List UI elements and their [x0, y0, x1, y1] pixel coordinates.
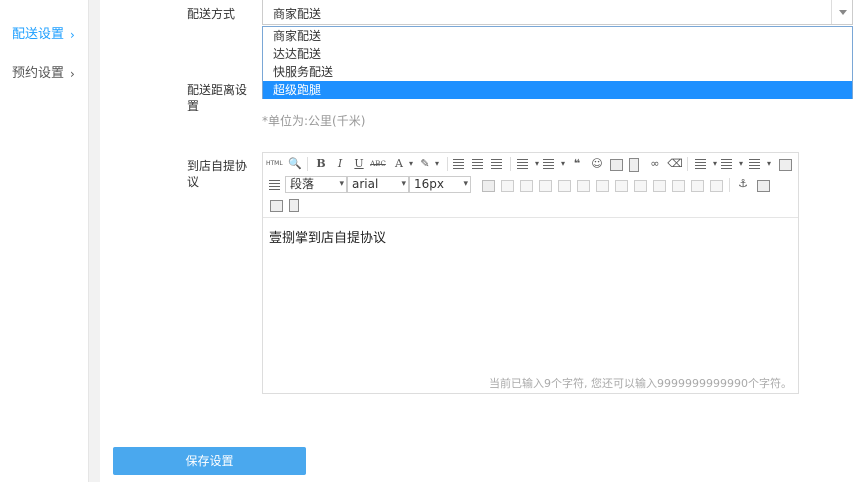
toolbar-divider [729, 178, 730, 192]
sidebar-item-reservation-settings[interactable]: 预约设置 › [0, 59, 88, 89]
sidebar-item-label: 预约设置 [12, 66, 65, 81]
save-settings-button[interactable]: 保存设置 [113, 447, 306, 475]
indent-icon[interactable] [749, 159, 760, 169]
toolbar-divider [447, 157, 448, 171]
table-delete-col-icon[interactable] [596, 180, 609, 192]
sidebar-top-cutoff [0, 0, 88, 6]
delivery-distance-label-line2: 置 [187, 99, 200, 113]
delivery-method-select[interactable]: 商家配送 [262, 0, 853, 25]
align-left-icon[interactable] [453, 159, 464, 169]
fullscreen-icon[interactable] [779, 159, 792, 171]
video-icon[interactable] [629, 158, 639, 172]
emoji-icon[interactable]: ☺ [589, 156, 605, 172]
table-insert-icon[interactable] [482, 180, 495, 192]
delivery-distance-label: 配送距离设 置 [187, 82, 247, 114]
preview-icon[interactable]: 🔍 [287, 156, 303, 172]
table-split-cols-icon[interactable] [710, 180, 723, 192]
table-merge-right-icon[interactable] [634, 180, 647, 192]
chevron-right-icon: › [70, 67, 75, 81]
align-center-icon[interactable] [472, 159, 483, 169]
dropdown-option[interactable]: 商家配送 [263, 27, 852, 45]
print-icon[interactable] [270, 200, 283, 212]
line-height-icon[interactable] [695, 159, 706, 169]
delivery-method-dropdown: 商家配送 达达配送 快服务配送 超级跑腿 [262, 26, 853, 99]
table-col-left-icon[interactable] [558, 180, 571, 192]
bold-button[interactable]: B [313, 156, 329, 172]
italic-button[interactable]: I [332, 156, 348, 172]
sidebar-item-label: 配送设置 [12, 27, 65, 42]
delivery-distance-label-line1: 配送距离设 [187, 83, 248, 97]
ordered-list-icon[interactable] [517, 159, 528, 169]
html-source-button[interactable]: HTML [266, 156, 283, 172]
table-row-above-icon[interactable] [501, 180, 514, 192]
pickup-agreement-label: 到店自提协 议 [187, 158, 247, 190]
chevron-down-icon[interactable]: ▾ [761, 156, 777, 172]
paragraph-format-select[interactable]: 段落 [285, 176, 347, 193]
sidebar-item-delivery-settings[interactable]: 配送设置 › [0, 20, 88, 50]
delivery-distance-hint: *单位为:公里(千米) [262, 114, 366, 128]
table-merge-down-icon[interactable] [653, 180, 666, 192]
table-split-icon[interactable] [672, 180, 685, 192]
image-icon[interactable] [610, 159, 623, 171]
link-icon[interactable]: ∞ [647, 156, 663, 172]
unordered-list-icon[interactable] [543, 159, 554, 169]
chevron-down-icon[interactable]: ▾ [733, 156, 749, 172]
toolbar-divider [307, 157, 308, 171]
editor-toolbar: HTML 🔍 B I U ABC A ▾ ✎ ▾ ▾ ▾ ❝ ☺ ∞ ⌫ ▾ ▾… [263, 153, 798, 218]
rich-text-editor: HTML 🔍 B I U ABC A ▾ ✎ ▾ ▾ ▾ ❝ ☺ ∞ ⌫ ▾ ▾… [262, 152, 799, 394]
delivery-method-value: 商家配送 [273, 7, 322, 21]
dropdown-option[interactable]: 快服务配送 [263, 63, 852, 81]
font-size-select[interactable]: 16px [409, 176, 471, 193]
chevron-down-icon[interactable] [831, 0, 852, 24]
main-content: 配送方式 商家配送 商家配送 达达配送 快服务配送 超级跑腿 配送距离设 置 *… [100, 0, 853, 482]
format-icon[interactable] [269, 180, 280, 190]
dropdown-option[interactable]: 达达配送 [263, 45, 852, 63]
table-col-right-icon[interactable] [577, 180, 590, 192]
toolbar-divider [510, 157, 511, 171]
align-right-icon[interactable] [491, 159, 502, 169]
chevron-right-icon: › [70, 28, 75, 42]
eraser-icon[interactable]: ⌫ [667, 156, 683, 172]
font-family-select[interactable]: arial [347, 176, 409, 193]
chevron-down-icon[interactable]: ▾ [429, 156, 445, 172]
delivery-method-label: 配送方式 [187, 7, 236, 21]
paragraph-spacing-icon[interactable] [721, 159, 732, 169]
table-delete-row-icon[interactable] [539, 180, 552, 192]
page-break-icon[interactable] [289, 199, 299, 212]
sidebar: 配送设置 › 预约设置 › [0, 0, 89, 482]
editor-content-area[interactable]: 壹捌掌到店自提协议 [263, 218, 798, 378]
table-split-rows-icon[interactable] [691, 180, 704, 192]
table-row-below-icon[interactable] [520, 180, 533, 192]
pickup-agreement-label-line1: 到店自提协 [187, 159, 248, 173]
character-counter: 当前已输入9个字符, 您还可以输入9999999999990个字符。 [489, 377, 792, 390]
table-merge-icon[interactable] [615, 180, 628, 192]
blockquote-button[interactable]: ❝ [569, 156, 585, 172]
pickup-agreement-label-line2: 议 [187, 175, 200, 189]
dropdown-option-selected[interactable]: 超级跑腿 [263, 81, 852, 99]
anchor-icon[interactable]: ⚓ [735, 176, 751, 192]
toolbar-divider [687, 157, 688, 171]
underline-button[interactable]: U [351, 156, 367, 172]
editor-content-text: 壹捌掌到店自提协议 [269, 231, 387, 246]
strikethrough-button[interactable]: ABC [370, 156, 386, 172]
image-upload-icon[interactable] [757, 180, 770, 192]
